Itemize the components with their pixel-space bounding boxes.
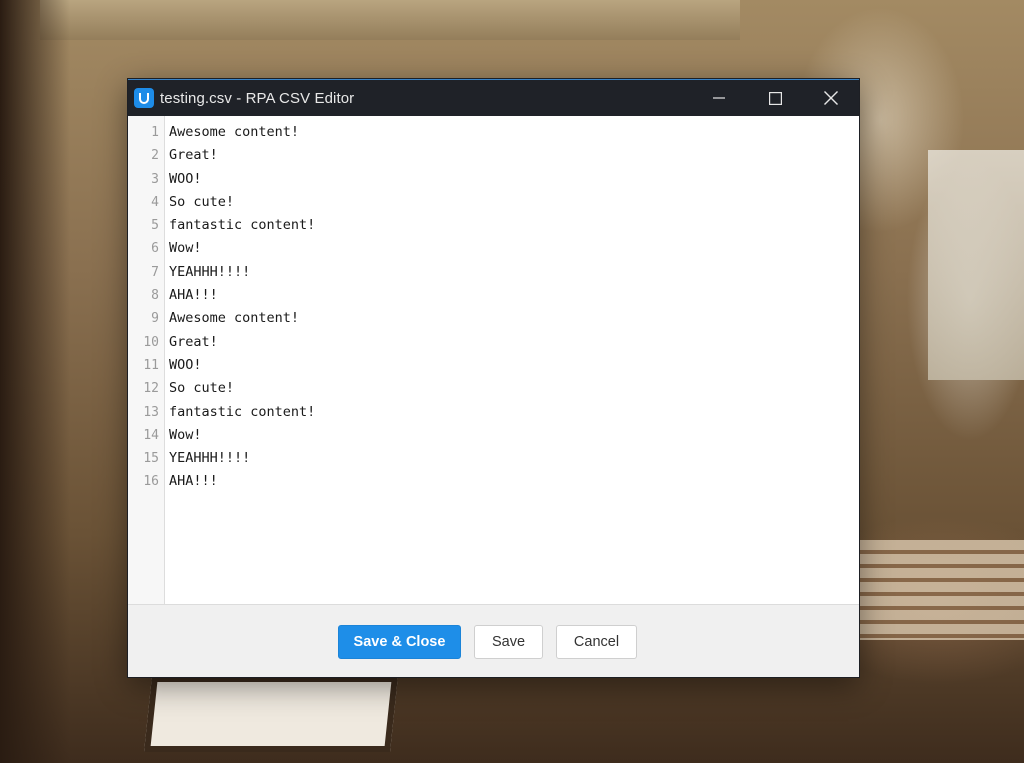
dialog-footer: Save & Close Save Cancel: [128, 605, 859, 677]
editor-line[interactable]: YEAHHH!!!!: [169, 447, 859, 470]
line-number: 9: [151, 311, 159, 327]
minimize-button[interactable]: [691, 80, 747, 116]
line-number: 6: [151, 241, 159, 257]
line-number: 7: [151, 264, 159, 280]
background-beam: [40, 0, 740, 40]
line-number: 10: [143, 334, 159, 350]
line-number: 2: [151, 148, 159, 164]
uipath-icon: [134, 88, 154, 108]
maximize-button[interactable]: [747, 80, 803, 116]
line-number: 5: [151, 218, 159, 234]
editor-line[interactable]: So cute!: [169, 191, 859, 214]
line-number: 1: [151, 125, 159, 140]
editor-line[interactable]: Wow!: [169, 424, 859, 447]
editor-line[interactable]: AHA!!!: [169, 284, 859, 307]
editor-line[interactable]: Wow!: [169, 237, 859, 260]
editor-line[interactable]: fantastic content!: [169, 401, 859, 424]
window-title: testing.csv - RPA CSV Editor: [160, 89, 355, 107]
minimize-icon: [713, 97, 725, 99]
editor-line[interactable]: AHA!!!: [169, 470, 859, 493]
editor-line[interactable]: So cute!: [169, 377, 859, 400]
background-bookshelf: [860, 540, 1024, 640]
line-number: 13: [143, 404, 159, 420]
line-number: 12: [143, 381, 159, 397]
title-bar[interactable]: testing.csv - RPA CSV Editor: [128, 79, 859, 116]
window-controls: [691, 80, 859, 116]
csv-editor-window: testing.csv - RPA CSV Editor 1 2 3 4 5 6 7 8 9 10…: [128, 79, 859, 677]
csv-text-editor[interactable]: 1 2 3 4 5 6 7 8 9 10 11 12 13 14 15 16 Awesome content!…: [128, 116, 859, 605]
maximize-icon: [768, 91, 782, 105]
save-button[interactable]: Save: [474, 625, 543, 659]
editor-line[interactable]: Awesome content!: [169, 307, 859, 330]
close-icon: [824, 91, 838, 105]
background-shadow: [0, 0, 70, 763]
editor-line[interactable]: WOO!: [169, 168, 859, 191]
line-number: 14: [143, 427, 159, 443]
editor-line[interactable]: WOO!: [169, 354, 859, 377]
save-and-close-button[interactable]: Save & Close: [338, 625, 461, 659]
line-number: 3: [151, 171, 159, 187]
editor-line[interactable]: Great!: [169, 331, 859, 354]
line-number-gutter: 1 2 3 4 5 6 7 8 9 10 11 12 13 14 15 16: [128, 116, 165, 604]
close-button[interactable]: [803, 80, 859, 116]
background-window: [928, 150, 1024, 380]
line-number: 8: [151, 288, 159, 304]
editor-line[interactable]: YEAHHH!!!!: [169, 261, 859, 284]
editor-content[interactable]: Awesome content! Great! WOO! So cute! fantas…: [165, 116, 859, 604]
editor-line[interactable]: Awesome content!: [169, 121, 859, 144]
cancel-button[interactable]: Cancel: [556, 625, 637, 659]
background-table: [144, 676, 398, 752]
line-number: 4: [151, 194, 159, 210]
line-number: 15: [143, 451, 159, 467]
line-number: 11: [143, 357, 159, 373]
line-number: 16: [143, 474, 159, 490]
editor-line[interactable]: fantastic content!: [169, 214, 859, 237]
editor-line[interactable]: Great!: [169, 144, 859, 167]
